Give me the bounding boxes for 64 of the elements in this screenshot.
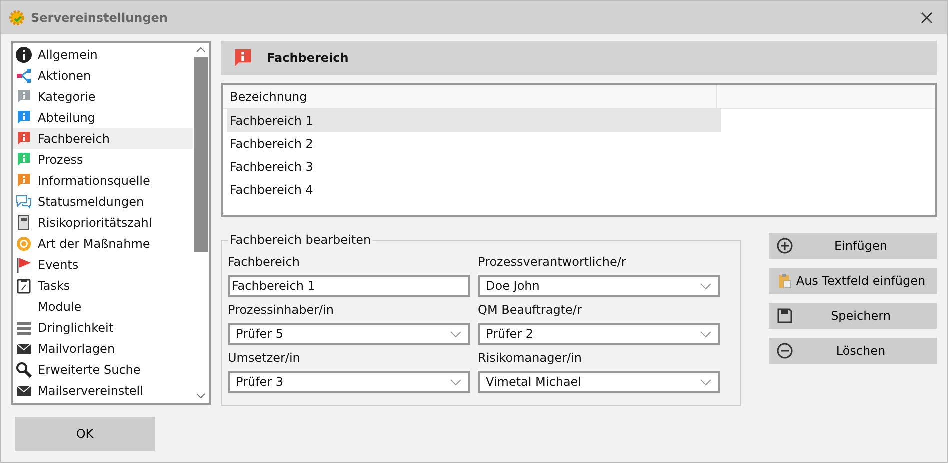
- chevron-down-icon: [450, 378, 462, 386]
- sidebar-item[interactable]: Risikoprioritätszahl: [13, 212, 193, 233]
- info-bubble-icon: [17, 152, 31, 167]
- field-label: Umsetzer/in: [228, 350, 302, 367]
- table-row[interactable]: Fachbereich 1: [227, 109, 721, 132]
- ok-button[interactable]: OK: [15, 417, 155, 451]
- dropdown[interactable]: Prüfer 3: [228, 371, 470, 393]
- action-button[interactable]: Aus Textfeld einfügen: [769, 268, 937, 294]
- target-icon: [16, 236, 32, 252]
- sidebar-item[interactable]: Mailvorlagen: [13, 338, 193, 359]
- info-bubble-icon: [17, 110, 31, 125]
- dropdown[interactable]: Doe John: [478, 275, 720, 297]
- share-icon: [16, 68, 32, 84]
- grid-icon: [16, 320, 32, 336]
- sidebar-item[interactable]: Dringlichkeit: [13, 317, 193, 338]
- sidebar-item[interactable]: Abteilung: [13, 107, 193, 128]
- flag-icon: [16, 256, 32, 272]
- minus-circle-icon: [777, 343, 793, 359]
- calculator-icon: [16, 214, 32, 230]
- chevron-down-icon: [700, 330, 712, 338]
- dropdown[interactable]: Vimetal Michael: [478, 371, 720, 393]
- field-label: Prozessverantwortliche/r: [478, 254, 628, 271]
- gear-icon: [9, 10, 25, 26]
- info-bubble-icon: [233, 48, 253, 68]
- scrollbar-thumb[interactable]: [194, 57, 208, 252]
- section-title: Fachbereich: [267, 51, 349, 65]
- close-icon: [921, 12, 933, 24]
- chevron-down-icon: [450, 330, 462, 338]
- sidebar-item[interactable]: Kategorie: [13, 86, 193, 107]
- info-bubble-icon: [17, 89, 31, 104]
- text-field[interactable]: Fachbereich 1: [228, 275, 470, 297]
- info-bubble-icon: [17, 173, 31, 188]
- sidebar-item[interactable]: Tasks: [13, 275, 193, 296]
- field-label: Risikomanager/in: [478, 350, 584, 367]
- sidebar-item[interactable]: Events: [13, 254, 193, 275]
- field-label: Fachbereich: [228, 254, 301, 271]
- sidebar-item[interactable]: Module: [13, 296, 193, 317]
- field-label: QM Beauftragte/r: [478, 302, 583, 319]
- sidebar-item[interactable]: Erweiterte Suche: [13, 359, 193, 380]
- field-label: Prozessinhaber/in: [228, 302, 336, 319]
- chevron-down-icon: [700, 282, 712, 290]
- window-title: Servereinstellungen: [31, 10, 168, 24]
- info-bubble-icon: [17, 131, 31, 146]
- sidebar-item[interactable]: Art der Maßnahme: [13, 233, 193, 254]
- sidebar-item[interactable]: Prozess: [13, 149, 193, 170]
- sidebar-item[interactable]: Statusmeldungen: [13, 191, 193, 212]
- chevron-down-icon: [700, 378, 712, 386]
- info-icon: [16, 46, 32, 62]
- action-button[interactable]: Speichern: [769, 303, 937, 329]
- dropdown[interactable]: Prüfer 2: [478, 323, 720, 345]
- sidebar-item[interactable]: Aktionen: [13, 65, 193, 86]
- clipboard-icon: [16, 278, 32, 294]
- sidebar-item[interactable]: Mailservereinstell: [13, 380, 193, 401]
- plus-circle-icon: [777, 238, 793, 254]
- search-icon: [16, 362, 32, 378]
- group-title: Fachbereich bearbeiten: [229, 233, 372, 247]
- sidebar-item[interactable]: Fachbereich: [13, 128, 193, 149]
- dropdown[interactable]: Prüfer 5: [228, 323, 470, 345]
- action-button[interactable]: Löschen: [769, 338, 937, 364]
- chat-icon: [16, 194, 32, 210]
- clipboard-icon: [777, 273, 793, 289]
- sidebar-item[interactable]: Informationsquelle: [13, 170, 193, 191]
- action-button[interactable]: Einfügen: [769, 233, 937, 259]
- sidebar-item[interactable]: Allgemein: [13, 44, 193, 65]
